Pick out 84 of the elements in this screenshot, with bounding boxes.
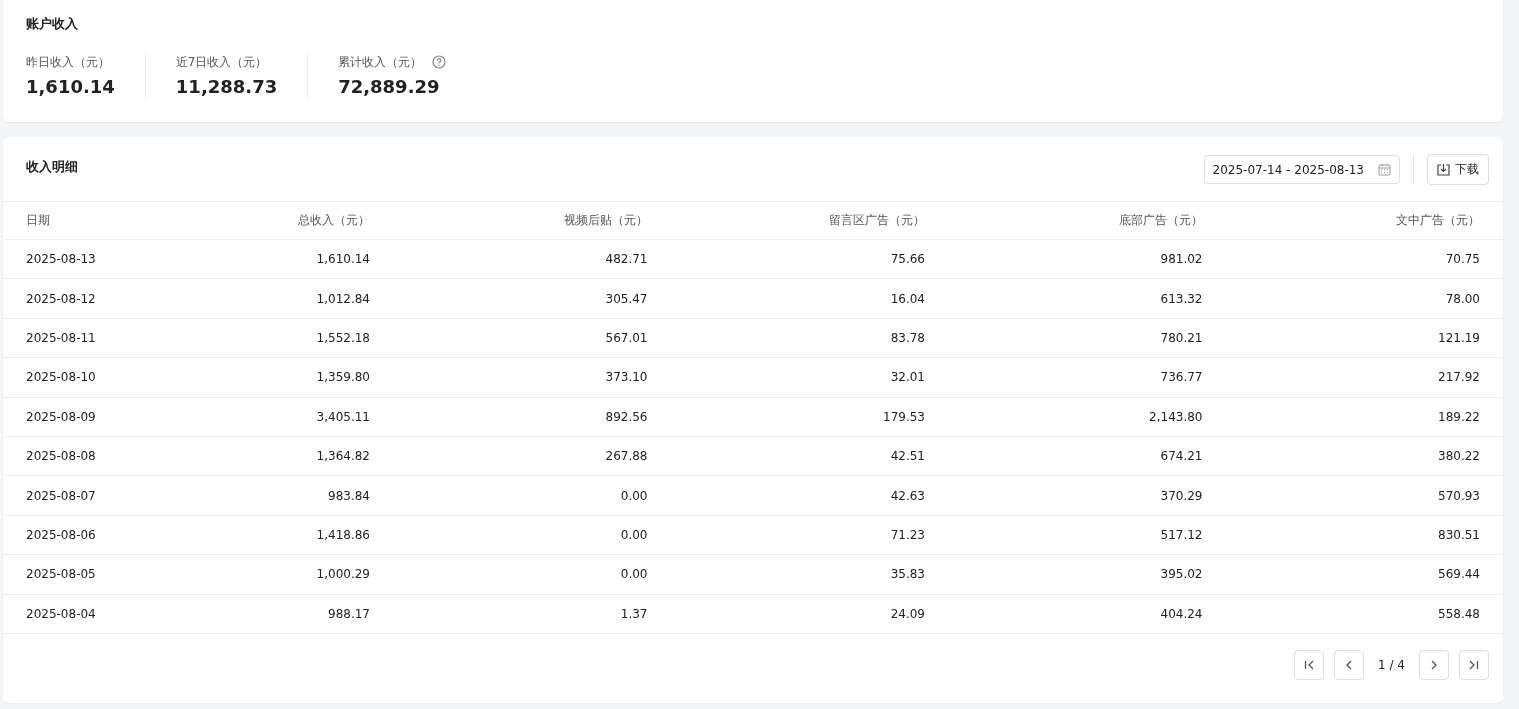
table-cell: 2025-08-07: [26, 488, 93, 503]
stat-label: 累计收入（元）: [338, 54, 423, 70]
table-cell-text: 1,359.80: [315, 370, 370, 385]
section-title: 账户收入: [26, 16, 78, 32]
first-page-button[interactable]: [1294, 649, 1325, 680]
table-cell-text: 42.51: [889, 449, 925, 464]
table-cell-text: 780.21: [1159, 330, 1203, 345]
table-cell-text: 613.32: [1159, 291, 1203, 306]
stat-label: 近7日收入（元）: [175, 54, 268, 70]
table-cell-text: 32.01: [889, 370, 925, 385]
table-cell-text: 71.23: [889, 527, 925, 542]
table-cell-text: 121.19: [1437, 330, 1480, 345]
table-cell: 2025-08-12: [26, 291, 93, 306]
help-icon[interactable]: [432, 55, 447, 69]
table-cell-text: 830.51: [1437, 527, 1480, 542]
table-cell-text: 35.83: [889, 567, 925, 582]
next-page-button[interactable]: [1419, 649, 1449, 680]
date-range-field[interactable]: 2025-07-14 - 2025-08-13: [1203, 155, 1400, 184]
stat-value: 72,889.29: [338, 76, 441, 98]
table-cell-text: 1.37: [619, 606, 648, 621]
table-cell-text: 2,143.80: [1148, 409, 1203, 424]
table-cell-text: 70.75: [1444, 252, 1480, 267]
calendar-icon: [1378, 163, 1391, 176]
table-cell-text: 892.56: [604, 409, 648, 424]
table-cell-text: 569.44: [1437, 567, 1480, 582]
page-indicator: 1 / 4: [1378, 657, 1405, 672]
table-cell: 2025-08-09: [26, 409, 93, 424]
column-header: 日期: [26, 212, 51, 229]
section-title: 收入明细: [26, 158, 78, 176]
table-cell: 2025-08-08: [26, 449, 93, 464]
table-cell-text: 570.93: [1437, 488, 1480, 503]
stat-value: 11,288.73: [175, 76, 278, 98]
table-cell-text: 1,610.14: [315, 252, 370, 267]
table-cell-text: 482.71: [604, 252, 648, 267]
table-cell-text: 558.48: [1437, 606, 1480, 621]
table-cell-text: 674.21: [1159, 449, 1203, 464]
stat-label: 昨日收入（元）: [26, 54, 110, 70]
table-cell-text: 517.12: [1159, 527, 1203, 542]
stat-value: 1,610.14: [26, 76, 115, 98]
table-cell-text: 217.92: [1437, 370, 1480, 385]
table-cell-text: 78.00: [1444, 291, 1480, 306]
table-cell-text: 1,000.29: [315, 567, 370, 582]
table-cell-text: 189.22: [1437, 409, 1480, 424]
table-cell: 2025-08-04: [26, 606, 93, 621]
table-cell-text: 1,418.86: [315, 527, 370, 542]
table-cell-text: 16.04: [889, 291, 925, 306]
table-cell-text: 983.84: [327, 488, 370, 503]
download-icon: [1437, 163, 1450, 176]
table-cell-text: 736.77: [1159, 370, 1203, 385]
column-header: 视频后贴（元）: [562, 212, 648, 229]
previous-page-button[interactable]: [1334, 649, 1365, 680]
column-header: 文中广告（元）: [1395, 212, 1480, 229]
table-cell-text: 1,364.82: [315, 449, 370, 464]
download-button[interactable]: 下载: [1427, 154, 1489, 185]
table-cell-text: 0.00: [619, 488, 648, 503]
table-cell-text: 0.00: [619, 527, 648, 542]
table-cell-text: 370.29: [1159, 488, 1203, 503]
table-cell-text: 1,552.18: [315, 330, 370, 345]
table-cell-text: 0.00: [619, 567, 648, 582]
last-page-button[interactable]: [1459, 649, 1489, 680]
column-header: 留言区广告（元）: [828, 212, 925, 229]
table-cell-text: 988.17: [327, 606, 370, 621]
table-cell-text: 395.02: [1159, 567, 1203, 582]
table-cell-text: 981.02: [1159, 252, 1203, 267]
table-cell-text: 75.66: [889, 252, 925, 267]
table-cell: 2025-08-10: [26, 370, 93, 385]
table-cell-text: 83.78: [889, 330, 925, 345]
column-header: 总收入（元）: [297, 212, 370, 229]
table-cell: 2025-08-11: [26, 330, 93, 345]
table-cell-text: 3,405.11: [315, 409, 370, 424]
table-cell-text: 305.47: [604, 291, 648, 306]
table-cell-text: 567.01: [604, 330, 648, 345]
table-cell-text: 24.09: [889, 606, 925, 621]
table-cell-text: 179.53: [882, 409, 925, 424]
table-cell-text: 42.63: [889, 488, 925, 503]
table-cell-text: 267.88: [604, 449, 648, 464]
column-header: 底部广告（元）: [1117, 212, 1203, 229]
table-cell-text: 373.10: [604, 370, 648, 385]
table-cell-text: 380.22: [1437, 449, 1480, 464]
table-cell: 2025-08-13: [26, 252, 93, 267]
table-cell-text: 1,012.84: [315, 291, 370, 306]
table-cell: 2025-08-06: [26, 527, 93, 542]
table-cell-text: 404.24: [1159, 606, 1203, 621]
table-cell: 2025-08-05: [26, 567, 93, 582]
